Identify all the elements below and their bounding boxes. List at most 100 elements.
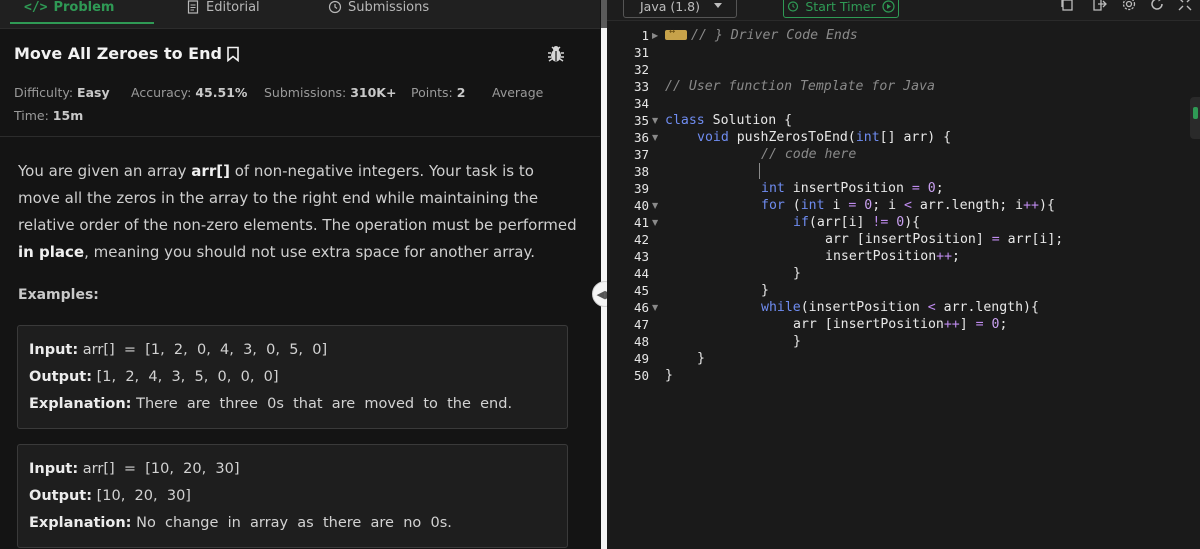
line-number: 48 xyxy=(633,334,649,349)
code-line: insertPosition++; xyxy=(825,249,960,264)
tab-submissions-label: Submissions xyxy=(348,0,430,15)
line-number: 36 xyxy=(633,130,649,145)
points: Points: 2 xyxy=(411,85,466,100)
line-number: 32 xyxy=(633,62,649,77)
example-explanation: Explanation: There are three 0s that are… xyxy=(29,396,513,412)
fold-arrow-icon[interactable]: ▶ xyxy=(652,31,658,40)
code-line: arr [insertPosition] = arr[i]; xyxy=(825,232,1064,247)
tab-editorial-label: Editorial xyxy=(206,0,260,15)
line-number: 42 xyxy=(633,232,649,247)
time-limit: Time: 15m xyxy=(14,108,84,123)
expand-icon[interactable] xyxy=(1177,0,1193,12)
line-number: 37 xyxy=(633,147,649,162)
editor-toolbar: Java (1.8) Start Timer xyxy=(607,0,1200,21)
line-number: 35 xyxy=(633,113,649,128)
desc-in-place: in place xyxy=(18,243,85,261)
fold-arrow-icon[interactable]: ▼ xyxy=(652,133,658,142)
code-line: } xyxy=(793,266,801,281)
bug-report-icon[interactable] xyxy=(546,44,566,64)
problem-title-text: Move All Zeroes to End xyxy=(14,44,222,63)
problem-description: You are given an array arr[] of non-nega… xyxy=(18,162,577,261)
line-number: 33 xyxy=(633,79,649,94)
code-line: if(arr[i] != 0){ xyxy=(793,215,921,230)
divider-line xyxy=(0,136,600,137)
average-time: Average xyxy=(492,85,544,100)
code-line: int insertPosition = 0; xyxy=(761,181,944,196)
line-number: 40 xyxy=(633,198,649,213)
code-line: void pushZerosToEnd(int[] arr) { xyxy=(697,130,952,145)
bookmark-icon[interactable] xyxy=(226,46,240,62)
line-number: 38 xyxy=(633,164,649,179)
example-explanation: Explanation: No change in array as there… xyxy=(29,515,452,531)
problem-title: Move All Zeroes to End xyxy=(14,44,240,63)
share-icon[interactable] xyxy=(1091,0,1107,12)
code-line: // } Driver Code Ends xyxy=(665,26,858,43)
language-value: Java (1.8) xyxy=(640,0,701,14)
accuracy-value: 45.51% xyxy=(195,85,248,100)
code-icon: </> xyxy=(24,0,48,15)
refresh-icon[interactable] xyxy=(1149,0,1165,12)
folded-code-icon[interactable] xyxy=(665,26,687,40)
code-line: } xyxy=(761,283,769,298)
line-number: 44 xyxy=(633,266,649,281)
time-value: 15m xyxy=(52,108,84,123)
line-number: 39 xyxy=(633,181,649,196)
gear-icon[interactable] xyxy=(1121,0,1137,12)
submissions-value: 310K+ xyxy=(350,85,397,100)
code-line: } xyxy=(697,351,705,366)
start-timer-button[interactable]: Start Timer xyxy=(783,0,899,18)
line-number: 1 xyxy=(641,28,649,43)
code-line: class Solution { xyxy=(665,113,793,128)
fold-arrow-icon[interactable]: ▼ xyxy=(652,218,658,227)
editor-panel: Java (1.8) Start Timer 1 31 32 33 34 35 … xyxy=(607,0,1200,549)
line-number: 45 xyxy=(633,283,649,298)
example-output: Output: [10, 20, 30] xyxy=(29,488,191,504)
tab-editorial[interactable]: Editorial xyxy=(186,0,260,18)
difficulty: Difficulty: Easy xyxy=(14,85,110,100)
line-number: 43 xyxy=(633,249,649,264)
examples-heading: Examples: xyxy=(18,287,99,303)
line-number: 50 xyxy=(633,368,649,383)
fold-arrow-icon[interactable]: ▼ xyxy=(652,116,658,125)
example-input: Input: arr[] = [1, 2, 0, 4, 3, 0, 5, 0] xyxy=(29,342,328,358)
code-line: } xyxy=(665,368,673,383)
fold-arrow-icon[interactable]: ▼ xyxy=(652,303,658,312)
line-number-gutter: 1 31 32 33 34 35 36 37 38 39 40 41 42 43… xyxy=(607,28,663,549)
code-line: for (int i = 0; i < arr.length; i++){ xyxy=(761,198,1055,213)
chevron-down-icon xyxy=(714,3,722,8)
code-line: // User function Template for Java xyxy=(665,79,935,94)
code-line: while(insertPosition < arr.length){ xyxy=(761,300,1039,315)
desc-arr: arr[] xyxy=(191,162,230,180)
language-select[interactable]: Java (1.8) xyxy=(623,0,737,18)
start-timer-label: Start Timer xyxy=(805,0,876,14)
points-value: 2 xyxy=(456,85,466,100)
line-number: 34 xyxy=(633,96,649,111)
line-number: 47 xyxy=(633,317,649,332)
fold-arrow-icon[interactable]: ▼ xyxy=(652,201,658,210)
line-number: 41 xyxy=(633,215,649,230)
example-input: Input: arr[] = [10, 20, 30] xyxy=(29,461,240,477)
play-icon xyxy=(882,0,895,13)
code-line: } xyxy=(793,334,801,349)
accuracy: Accuracy: 45.51% xyxy=(131,85,248,100)
code-line: // code here xyxy=(761,147,857,162)
tab-submissions[interactable]: Submissions xyxy=(328,0,429,18)
example-box: Input: arr[] = [1, 2, 0, 4, 3, 0, 5, 0] … xyxy=(17,325,568,429)
example-box: Input: arr[] = [10, 20, 30] Output: [10,… xyxy=(17,444,568,548)
clock-icon xyxy=(328,0,342,14)
line-number: 31 xyxy=(633,45,649,60)
timer-icon xyxy=(788,1,799,12)
example-output: Output: [1, 2, 4, 3, 5, 0, 0, 0] xyxy=(29,369,279,385)
tab-problem-label: Problem xyxy=(53,0,115,15)
code-line: arr [insertPosition++] = 0; xyxy=(793,317,1008,332)
code-editor[interactable]: // } Driver Code Ends // User function T… xyxy=(665,26,1200,549)
line-number: 46 xyxy=(633,300,649,315)
submissions-count: Submissions: 310K+ xyxy=(264,85,397,100)
line-number: 49 xyxy=(633,351,649,366)
difficulty-value: Easy xyxy=(77,85,110,100)
copy-icon[interactable] xyxy=(1059,0,1075,12)
problem-tabbar: </> Problem Editorial Submissions xyxy=(0,0,600,29)
text-cursor xyxy=(759,163,760,179)
document-icon xyxy=(187,0,199,14)
tab-problem[interactable]: </> Problem xyxy=(9,0,156,24)
